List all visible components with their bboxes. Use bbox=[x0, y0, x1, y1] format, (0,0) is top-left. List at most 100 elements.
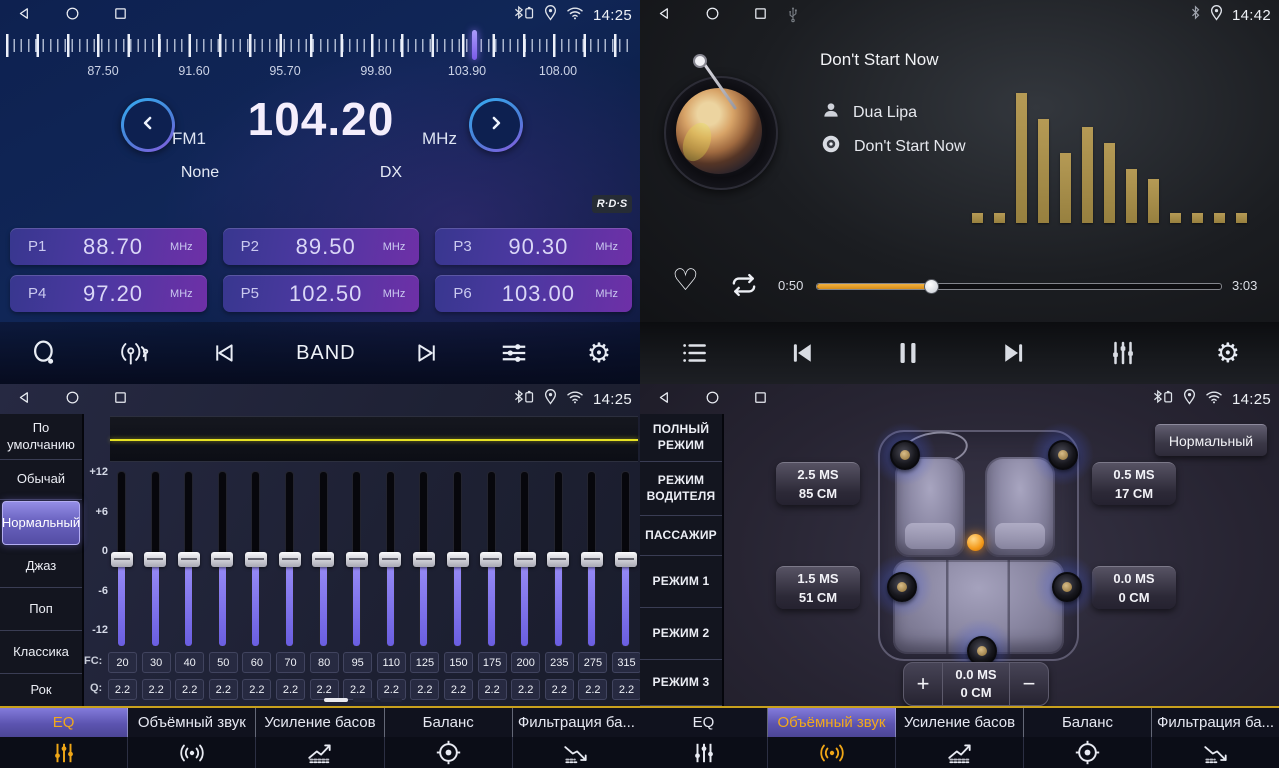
eq-band-handle[interactable] bbox=[615, 552, 637, 567]
eq-preset-item[interactable]: Поп bbox=[0, 588, 82, 631]
fc-value-button[interactable]: 235 bbox=[545, 652, 574, 673]
surround-preset-button[interactable]: Нормальный bbox=[1155, 424, 1267, 456]
eq-band-handle[interactable] bbox=[279, 552, 301, 567]
eq-band-slider[interactable] bbox=[185, 472, 192, 646]
filter-icon[interactable] bbox=[1152, 737, 1279, 768]
front-right-speaker-icon[interactable] bbox=[1048, 440, 1078, 470]
home-icon[interactable] bbox=[704, 5, 720, 21]
home-icon[interactable] bbox=[64, 389, 80, 405]
eq-band-handle[interactable] bbox=[211, 552, 233, 567]
eq-band-slider[interactable] bbox=[488, 472, 495, 646]
surround-mode-item[interactable]: ПОЛНЫЙ РЕЖИМ bbox=[640, 414, 722, 462]
eq-band-slider[interactable] bbox=[320, 472, 327, 646]
eq-preset-item[interactable]: Рок bbox=[0, 674, 82, 708]
eq-band-handle[interactable] bbox=[144, 552, 166, 567]
eq-band-handle[interactable] bbox=[547, 552, 569, 567]
pause-icon[interactable] bbox=[895, 338, 921, 368]
q-value-button[interactable]: 2.2 bbox=[108, 679, 137, 700]
rear-left-speaker-icon[interactable] bbox=[887, 572, 917, 602]
eq-sliders-icon[interactable] bbox=[0, 737, 128, 768]
settings-gear-icon[interactable]: ⚙ bbox=[587, 340, 611, 367]
q-value-button[interactable]: 2.2 bbox=[377, 679, 406, 700]
tab-filter[interactable]: Фильтрация ба... bbox=[513, 708, 640, 737]
eq-band-handle[interactable] bbox=[312, 552, 334, 567]
settings-gear-icon[interactable]: ⚙ bbox=[1216, 340, 1240, 367]
surround-mode-item[interactable]: РЕЖИМ 3 bbox=[640, 660, 722, 706]
radio-preset-button[interactable]: P390.30MHz bbox=[435, 228, 632, 265]
fc-value-button[interactable]: 110 bbox=[377, 652, 406, 673]
band-button[interactable]: BAND bbox=[296, 342, 356, 365]
q-value-button[interactable]: 2.2 bbox=[242, 679, 271, 700]
next-track-icon[interactable] bbox=[413, 339, 441, 367]
q-value-button[interactable]: 2.2 bbox=[444, 679, 473, 700]
q-value-button[interactable]: 2.2 bbox=[545, 679, 574, 700]
progress-bar[interactable] bbox=[816, 283, 1222, 290]
tab-filter[interactable]: Фильтрация ба... bbox=[1152, 708, 1279, 737]
eq-band-handle[interactable] bbox=[581, 552, 603, 567]
q-value-button[interactable]: 2.2 bbox=[175, 679, 204, 700]
eq-band-handle[interactable] bbox=[178, 552, 200, 567]
search-icon[interactable] bbox=[29, 338, 59, 368]
fc-value-button[interactable]: 200 bbox=[511, 652, 540, 673]
tab-bass-boost[interactable]: Усиление басов bbox=[256, 708, 384, 737]
bass-boost-icon[interactable] bbox=[896, 737, 1024, 768]
eq-band-handle[interactable] bbox=[514, 552, 536, 567]
eq-band-slider[interactable] bbox=[454, 472, 461, 646]
eq-sliders-icon[interactable] bbox=[640, 737, 768, 768]
back-icon[interactable] bbox=[656, 389, 672, 405]
increase-delay-button[interactable]: + bbox=[904, 663, 942, 705]
eq-band-slider[interactable] bbox=[152, 472, 159, 646]
q-value-button[interactable]: 2.2 bbox=[310, 679, 339, 700]
q-value-button[interactable]: 2.2 bbox=[511, 679, 540, 700]
bass-boost-icon[interactable] bbox=[256, 737, 384, 768]
eq-preset-item[interactable]: По умолчанию bbox=[0, 414, 82, 460]
eq-band-slider[interactable] bbox=[622, 472, 629, 646]
front-left-delay-button[interactable]: 2.5 MS 85 CM bbox=[776, 462, 860, 505]
eq-band-handle[interactable] bbox=[379, 552, 401, 567]
recents-icon[interactable] bbox=[752, 5, 768, 21]
eq-band-slider[interactable] bbox=[286, 472, 293, 646]
fc-value-button[interactable]: 175 bbox=[478, 652, 507, 673]
q-value-button[interactable]: 2.2 bbox=[612, 679, 640, 700]
fc-value-button[interactable]: 125 bbox=[410, 652, 439, 673]
fc-value-button[interactable]: 150 bbox=[444, 652, 473, 673]
tab-balance[interactable]: Баланс bbox=[1024, 708, 1152, 737]
eq-band-slider[interactable] bbox=[118, 472, 125, 646]
eq-band-slider[interactable] bbox=[420, 472, 427, 646]
prev-track-icon[interactable] bbox=[210, 339, 238, 367]
tab-surround-sound[interactable]: Объёмный звук bbox=[128, 708, 256, 737]
surround-mode-item[interactable]: ПАССАЖИР bbox=[640, 516, 722, 556]
eq-preset-item[interactable]: Джаз bbox=[0, 546, 82, 588]
eq-band-handle[interactable] bbox=[480, 552, 502, 567]
fc-value-button[interactable]: 50 bbox=[209, 652, 238, 673]
back-icon[interactable] bbox=[16, 389, 32, 405]
eq-band-slider[interactable] bbox=[555, 472, 562, 646]
q-value-button[interactable]: 2.2 bbox=[410, 679, 439, 700]
q-value-button[interactable]: 2.2 bbox=[478, 679, 507, 700]
q-value-button[interactable]: 2.2 bbox=[343, 679, 372, 700]
recents-icon[interactable] bbox=[112, 5, 128, 21]
radio-preset-button[interactable]: P497.20MHz bbox=[10, 275, 207, 312]
next-track-icon[interactable] bbox=[999, 338, 1029, 368]
q-value-button[interactable]: 2.2 bbox=[209, 679, 238, 700]
home-icon[interactable] bbox=[704, 389, 720, 405]
eq-band-handle[interactable] bbox=[111, 552, 133, 567]
rear-right-speaker-icon[interactable] bbox=[1052, 572, 1082, 602]
prev-track-icon[interactable] bbox=[787, 338, 817, 368]
front-left-speaker-icon[interactable] bbox=[890, 440, 920, 470]
fc-value-button[interactable]: 95 bbox=[343, 652, 372, 673]
tab-eq-sliders[interactable]: EQ bbox=[0, 708, 128, 737]
eq-band-slider[interactable] bbox=[588, 472, 595, 646]
rear-right-delay-button[interactable]: 0.0 MS 0 CM bbox=[1092, 566, 1176, 609]
eq-band-slider[interactable] bbox=[353, 472, 360, 646]
decrease-delay-button[interactable]: − bbox=[1010, 663, 1048, 705]
playlist-icon[interactable] bbox=[679, 338, 709, 368]
filter-icon[interactable] bbox=[513, 737, 640, 768]
eq-band-handle[interactable] bbox=[447, 552, 469, 567]
fc-value-button[interactable]: 60 bbox=[242, 652, 271, 673]
back-icon[interactable] bbox=[16, 5, 32, 21]
eq-band-handle[interactable] bbox=[346, 552, 368, 567]
tab-surround-sound[interactable]: Объёмный звук bbox=[768, 708, 896, 737]
tune-sliders-icon[interactable] bbox=[499, 338, 529, 368]
progress-knob[interactable] bbox=[924, 279, 939, 294]
